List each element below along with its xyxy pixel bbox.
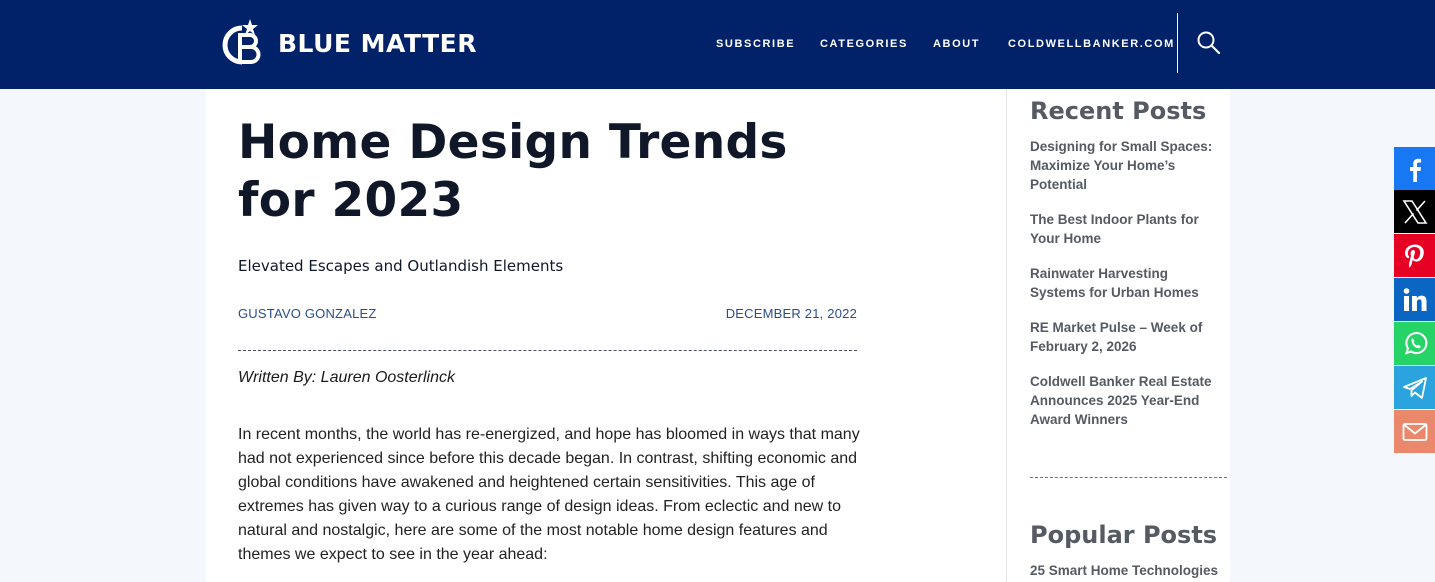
article-intro: In recent months, the world has re-energ… [238,426,860,563]
nav-categories[interactable]: CATEGORIES [820,38,908,50]
facebook-icon [1409,158,1421,182]
nav-subscribe[interactable]: SUBSCRIBE [716,38,795,50]
nav-divider [1177,13,1178,73]
publish-date: DECEMBER 21, 2022 [725,306,857,321]
recent-post-link[interactable]: Coldwell Banker Real Estate Announces 20… [1030,372,1226,429]
linkedin-icon [1403,287,1426,311]
recent-post-link[interactable]: Rainwater Harvesting Systems for Urban H… [1030,264,1226,302]
recent-posts-heading: Recent Posts [1030,97,1207,125]
share-email-button[interactable] [1394,410,1435,453]
popular-posts-heading: Popular Posts [1030,521,1218,549]
brand-name: BLUE MATTER [278,28,477,58]
share-facebook-button[interactable] [1394,147,1435,190]
share-telegram-button[interactable] [1394,366,1435,409]
byline: Written By: Lauren Oosterlinck [238,369,455,386]
share-whatsapp-button[interactable] [1394,322,1435,365]
nav-coldwellbanker[interactable]: COLDWELLBANKER.COM [1008,38,1175,50]
recent-post-link[interactable]: RE Market Pulse – Week of February 2, 20… [1030,318,1226,356]
share-pinterest-button[interactable] [1394,234,1435,277]
article-subtitle: Elevated Escapes and Outlandish Elements [238,257,564,275]
divider [238,350,857,351]
share-x-button[interactable] [1394,190,1435,233]
author-link[interactable]: GUSTAVO GONZALEZ [238,306,377,321]
nav-about[interactable]: ABOUT [933,38,980,50]
pinterest-icon [1404,244,1424,268]
x-twitter-icon [1402,199,1427,224]
recent-post-link[interactable]: The Best Indoor Plants for Your Home [1030,210,1226,248]
search-icon[interactable] [1195,29,1223,57]
popular-post-link[interactable]: 25 Smart Home Technologies [1030,561,1226,580]
recent-post-link[interactable]: Designing for Small Spaces: Maximize You… [1030,137,1226,194]
coldwell-banker-cb-icon [222,19,261,65]
whatsapp-icon [1404,331,1427,355]
site-logo[interactable]: BLUE MATTER [220,17,477,69]
telegram-icon [1402,376,1427,399]
sidebar-divider [1030,477,1227,478]
email-icon [1402,422,1427,441]
share-linkedin-button[interactable] [1394,278,1435,321]
article-title: Home Design Trends for 2023 [238,115,788,228]
